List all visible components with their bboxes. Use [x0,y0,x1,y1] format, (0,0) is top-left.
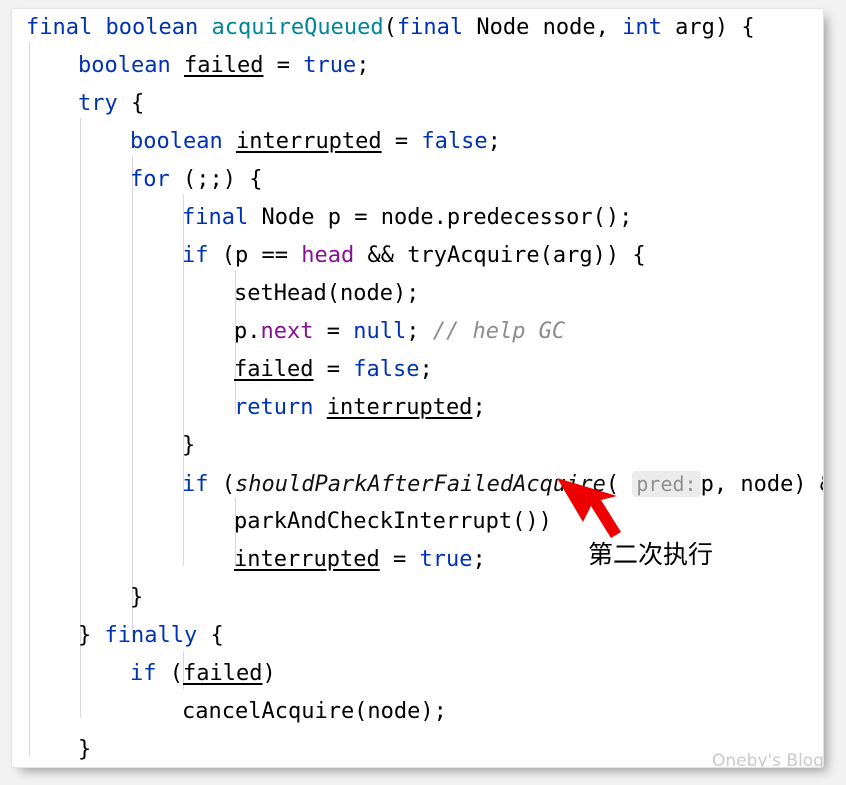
code-editor-panel[interactable]: final boolean acquireQueued(final Node n… [11,8,824,768]
code-line[interactable]: boolean failed = true; [12,47,823,85]
parameter-hint-badge: pred: [632,471,701,497]
code-lines: final boolean acquireQueued(final Node n… [12,9,823,767]
code-line[interactable]: for (;;) { [12,161,823,199]
code-line[interactable]: cancelAcquire(node); [12,693,823,731]
code-line[interactable]: } [12,579,823,617]
screenshot-root: final boolean acquireQueued(final Node n… [0,0,846,785]
code-line[interactable]: return interrupted; [12,389,823,427]
code-line[interactable]: boolean interrupted = false; [12,123,823,161]
code-line[interactable]: if (p == head && tryAcquire(arg)) { [12,237,823,275]
code-line[interactable]: failed = false; [12,351,823,389]
code-line[interactable]: final boolean acquireQueued(final Node n… [12,9,823,47]
code-line[interactable]: } finally { [12,617,823,655]
code-line-with-hint[interactable]: if (shouldParkAfterFailedAcquire( pred: p… [12,465,823,503]
code-line[interactable]: try { [12,85,823,123]
code-line[interactable]: } [12,427,823,465]
code-line[interactable]: } [12,731,823,767]
code-line[interactable]: final Node p = node.predecessor(); [12,199,823,237]
code-line[interactable]: setHead(node); [12,275,823,313]
code-line[interactable]: p.next = null; // help GC [12,313,823,351]
code-line[interactable]: if (failed) [12,655,823,693]
annotation-label: 第二次执行 [588,540,714,569]
